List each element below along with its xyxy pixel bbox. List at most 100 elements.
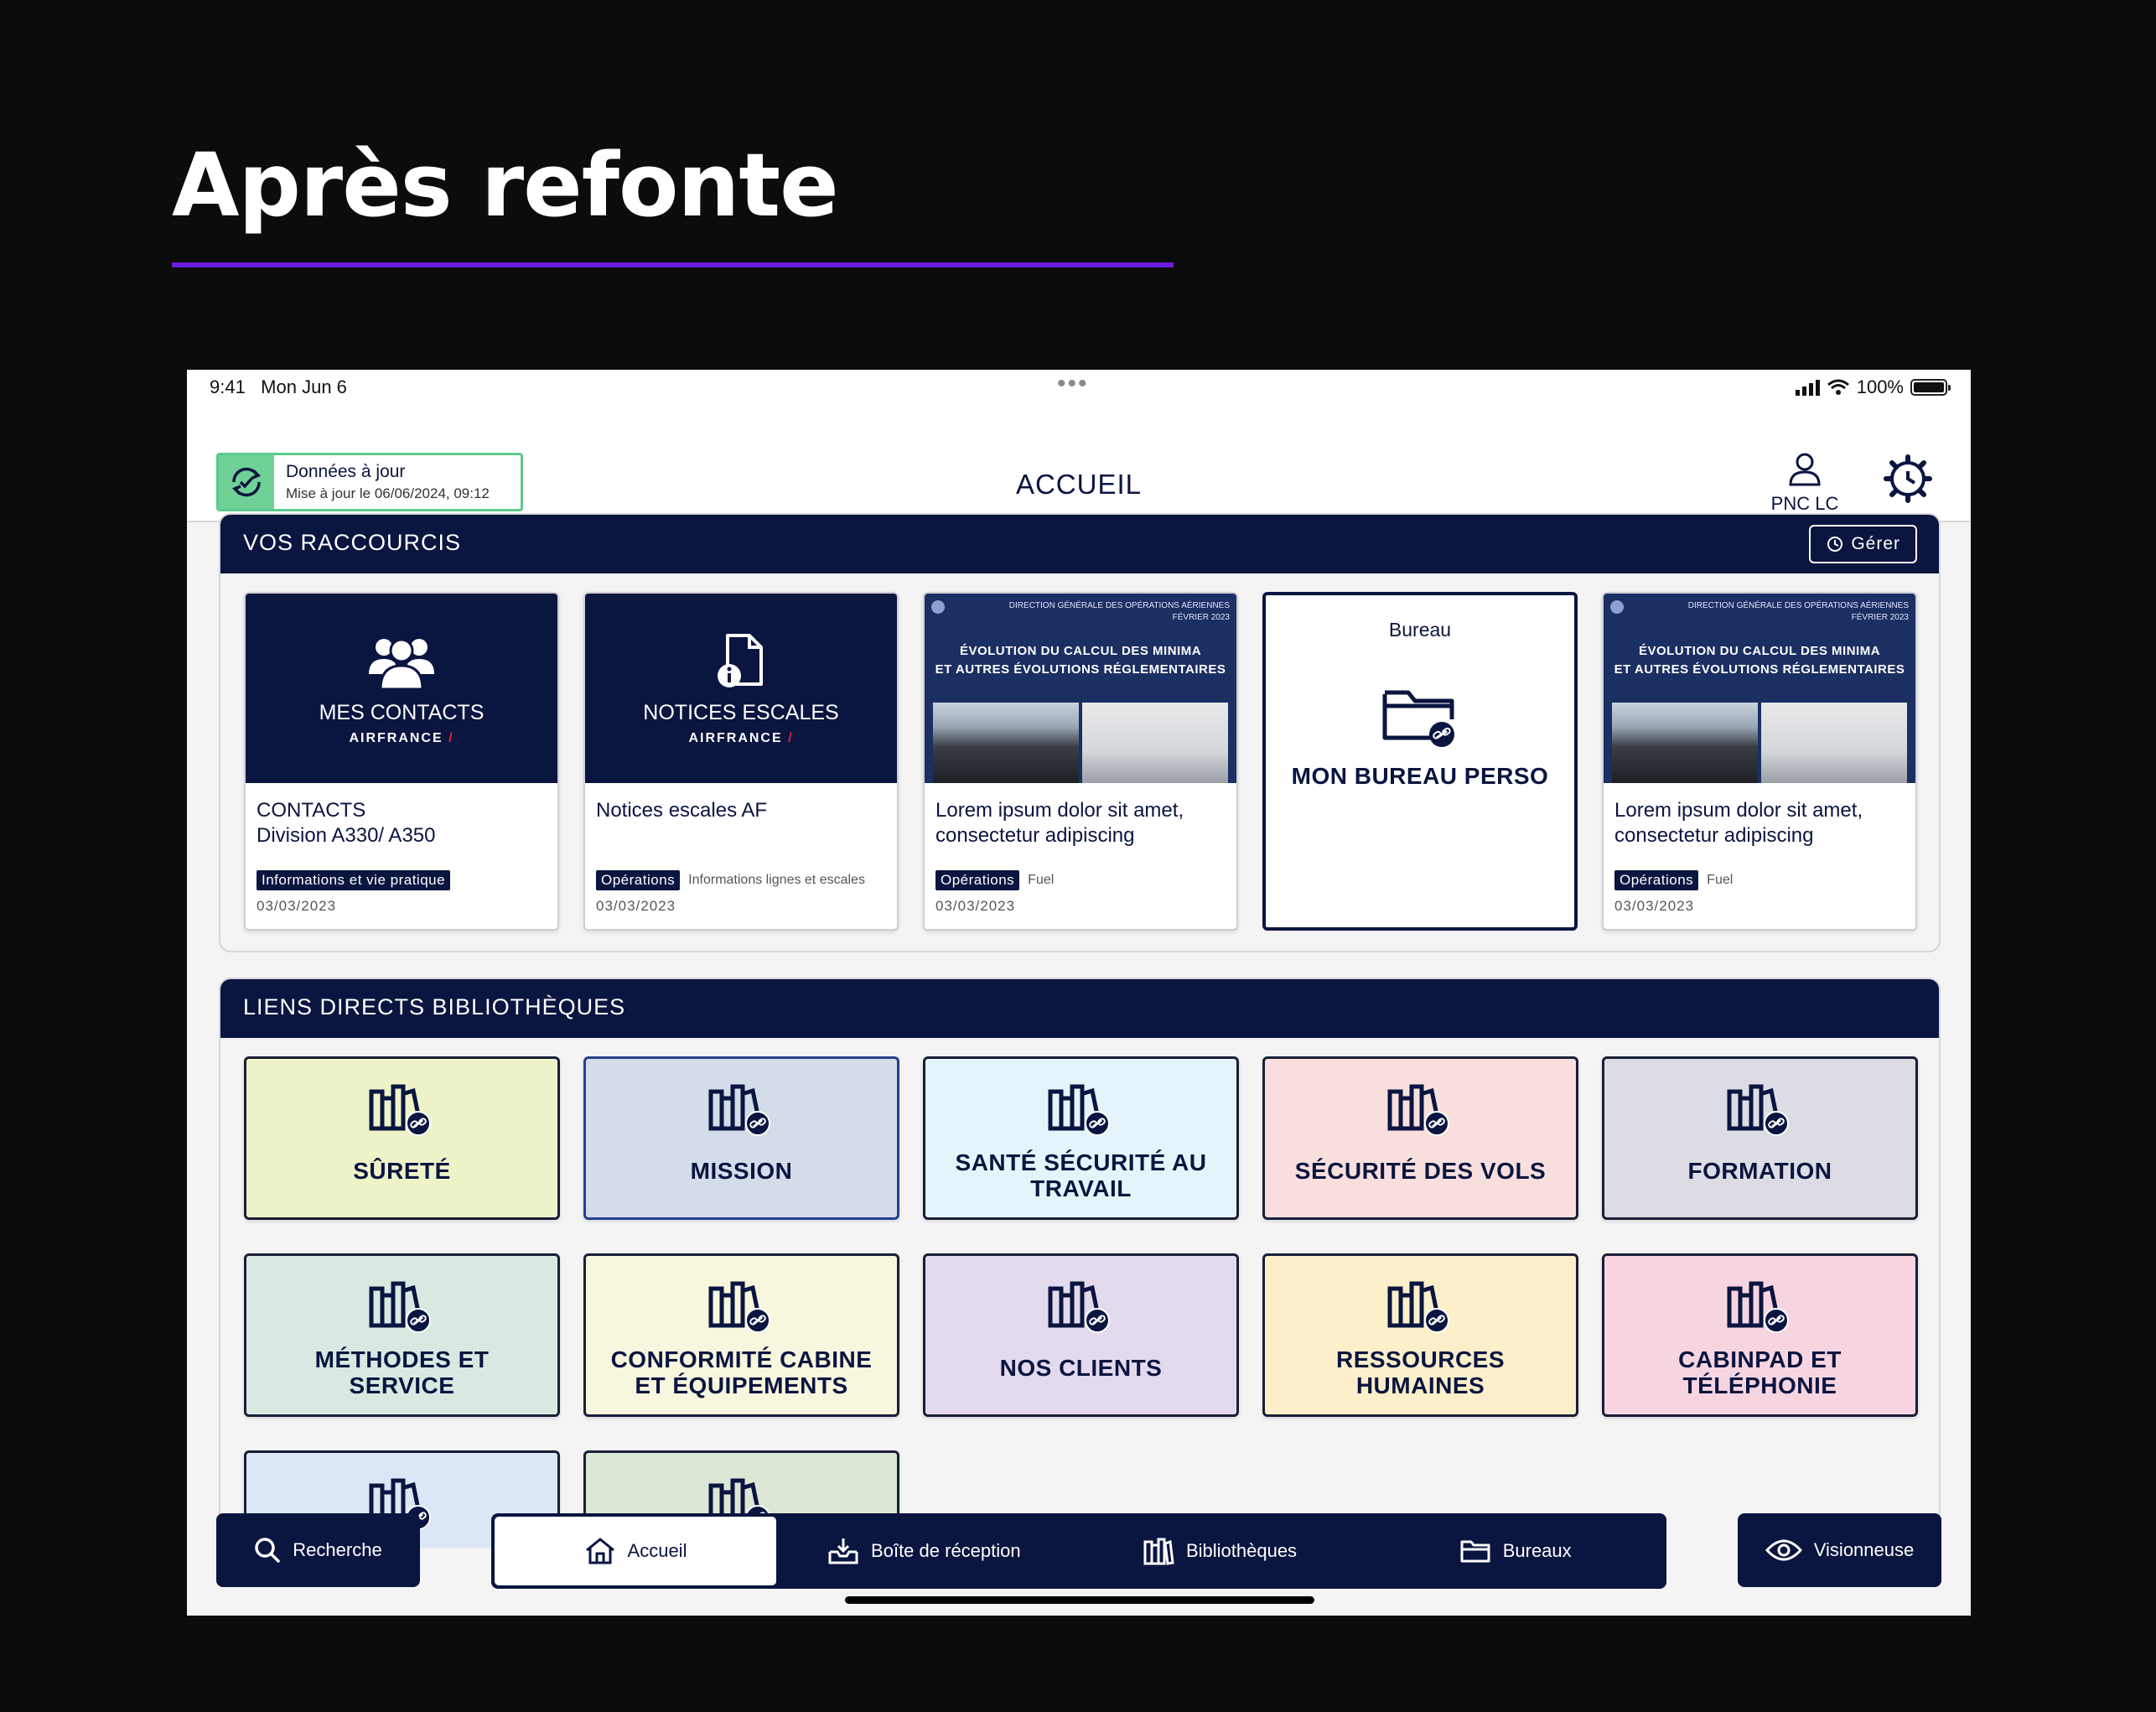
library-link-icon: [707, 1280, 776, 1338]
card-line: Lorem ipsum dolor sit amet,: [1614, 799, 1863, 822]
card-label: NOTICES ESCALES: [643, 701, 839, 724]
shortcut-card-document[interactable]: DIRECTION GÉNÉRALE DES OPÉRATIONS AÉRIEN…: [1602, 592, 1917, 931]
library-label: SÉCURITÉ DES VOLS: [1294, 1158, 1547, 1184]
app-header: Données à jour Mise à jour le 06/06/2024…: [187, 405, 1971, 522]
slide-title: Après refonte: [172, 134, 839, 236]
tab-accueil[interactable]: Accueil: [495, 1517, 776, 1585]
viewer-button[interactable]: Visionneuse: [1738, 1513, 1941, 1587]
card-line: CONTACTS: [257, 799, 366, 822]
user-profile-button[interactable]: PNC LC: [1754, 451, 1855, 515]
airfrance-logo: AIRFRANCE /: [688, 731, 794, 745]
library-label: MÉTHODES ET SERVICE: [314, 1346, 490, 1399]
library-link-icon: [1047, 1083, 1116, 1141]
card-label: MON BUREAU PERSO: [1291, 763, 1549, 789]
battery-icon: [1910, 379, 1951, 396]
library-books-icon: [1143, 1538, 1174, 1565]
libraries-section: LIENS DIRECTS BIBLIOTHÈQUES SÛRETÉ MISSIO…: [219, 978, 1941, 1548]
battery-percent: 100%: [1856, 376, 1904, 397]
cockpit-photo: [1612, 703, 1758, 783]
main-tab-bar: Accueil Boîte de réception Bibliothèques…: [491, 1513, 1666, 1589]
card-label: MES CONTACTS: [319, 701, 485, 724]
library-link-icon: [1726, 1280, 1795, 1338]
library-tile[interactable]: RESSOURCES HUMAINES: [1262, 1253, 1578, 1417]
card-line: Lorem ipsum dolor sit amet,: [935, 799, 1184, 822]
search-button[interactable]: Recherche: [216, 1513, 420, 1587]
libraries-title: LIENS DIRECTS BIBLIOTHÈQUES: [243, 994, 626, 1019]
section-header: VOS RACCOURCIS Gérer: [220, 515, 1939, 573]
tab-inbox[interactable]: Boîte de réception: [776, 1517, 1072, 1585]
home-icon: [585, 1538, 614, 1564]
library-tile[interactable]: MISSION: [583, 1056, 899, 1220]
library-link-icon: [368, 1280, 437, 1338]
document-thumbnail: DIRECTION GÉNÉRALE DES OPÉRATIONS AÉRIEN…: [1604, 594, 1915, 783]
library-link-icon: [1386, 1280, 1455, 1338]
subcategory: Fuel: [1028, 873, 1055, 887]
library-link-icon: [368, 1083, 437, 1141]
card-date: 03/03/2023: [257, 898, 337, 914]
shortcut-card-document[interactable]: DIRECTION GÉNÉRALE DES OPÉRATIONS AÉRIEN…: [923, 592, 1238, 931]
shortcut-card-contacts[interactable]: MES CONTACTS AIRFRANCE / CONTACTS Divisi…: [244, 592, 559, 931]
settings-gear-icon[interactable]: [1883, 454, 1933, 504]
category-tag: Informations et vie pratique: [257, 870, 451, 890]
card-date: 03/03/2023: [596, 898, 676, 914]
multitask-dots[interactable]: •••: [1057, 370, 1089, 398]
library-tile[interactable]: SANTÉ SÉCURITÉ AU TRAVAIL: [923, 1056, 1239, 1220]
library-tile[interactable]: SÉCURITÉ DES VOLS: [1262, 1056, 1578, 1220]
section-header: LIENS DIRECTS BIBLIOTHÈQUES: [220, 979, 1939, 1038]
user-icon: [1789, 453, 1821, 486]
title-underline: [172, 262, 1174, 267]
dgoa-logo: [1610, 600, 1624, 614]
shortcut-card-notices[interactable]: NOTICES ESCALES AIRFRANCE / Notices esca…: [583, 592, 899, 931]
eye-icon: [1765, 1539, 1802, 1561]
subcategory: Fuel: [1707, 873, 1734, 887]
office-photo: [1761, 703, 1907, 783]
card-date: 03/03/2023: [1614, 898, 1695, 914]
tab-libraries[interactable]: Bibliothèques: [1072, 1517, 1368, 1585]
manage-button[interactable]: Gérer: [1809, 525, 1917, 563]
folder-icon: [1460, 1540, 1490, 1563]
card-date: 03/03/2023: [935, 898, 1016, 914]
library-label: RESSOURCES HUMAINES: [1335, 1346, 1506, 1399]
library-label: NOS CLIENTS: [999, 1355, 1163, 1381]
library-tile[interactable]: NOS CLIENTS: [923, 1253, 1239, 1417]
card-line: Division A330/ A350: [257, 824, 436, 848]
document-info-icon: [718, 634, 763, 687]
shortcuts-title: VOS RACCOURCIS: [243, 530, 462, 555]
card-line: Notices escales AF: [596, 799, 768, 822]
contacts-icon: [369, 638, 434, 691]
category-tag: Opérations: [596, 870, 681, 890]
status-bar: 9:41 Mon Jun 6 ••• 100%: [187, 370, 1971, 405]
library-label: CONFORMITÉ CABINE ET ÉQUIPEMENTS: [610, 1346, 873, 1399]
document-thumbnail: DIRECTION GÉNÉRALE DES OPÉRATIONS AÉRIEN…: [925, 594, 1236, 783]
shortcut-card-bureau[interactable]: Bureau MON BUREAU PERSO: [1262, 592, 1578, 931]
card-line: consectetur adipiscing: [935, 824, 1135, 848]
user-label: PNC LC: [1770, 493, 1839, 514]
cellular-signal-icon: [1795, 380, 1820, 396]
card-line: consectetur adipiscing: [1614, 824, 1814, 848]
dgoa-logo: [931, 600, 945, 614]
shortcuts-section: VOS RACCOURCIS Gérer MES CONTACTS AIRFRA…: [219, 513, 1941, 952]
wifi-icon: [1827, 379, 1849, 395]
category-tag: Opérations: [935, 870, 1020, 890]
card-caption: Bureau: [1388, 619, 1452, 641]
settings-icon: [1827, 537, 1843, 552]
library-tile[interactable]: MÉTHODES ET SERVICE: [244, 1253, 560, 1417]
library-link-icon: [1386, 1083, 1455, 1141]
library-label: CABINPAD ET TÉLÉPHONIE: [1678, 1346, 1842, 1399]
office-photo: [1082, 703, 1228, 783]
library-tile[interactable]: FORMATION: [1602, 1056, 1918, 1220]
subcategory: Informations lignes et escales: [688, 873, 865, 887]
status-indicators: 100%: [1795, 376, 1951, 398]
library-label: SANTÉ SÉCURITÉ AU TRAVAIL: [955, 1149, 1207, 1202]
airfrance-logo: AIRFRANCE /: [349, 731, 454, 745]
folder-link-icon: [1382, 690, 1454, 747]
library-tile[interactable]: SÛRETÉ: [244, 1056, 560, 1220]
inbox-download-icon: [828, 1538, 858, 1564]
tab-bureaux[interactable]: Bureaux: [1367, 1517, 1663, 1585]
library-label: SÛRETÉ: [353, 1158, 451, 1184]
library-tile[interactable]: CABINPAD ET TÉLÉPHONIE: [1602, 1253, 1918, 1417]
cockpit-photo: [933, 703, 1079, 783]
home-indicator[interactable]: [845, 1596, 1314, 1604]
library-tile[interactable]: CONFORMITÉ CABINE ET ÉQUIPEMENTS: [583, 1253, 899, 1417]
category-tag: Opérations: [1614, 870, 1699, 890]
